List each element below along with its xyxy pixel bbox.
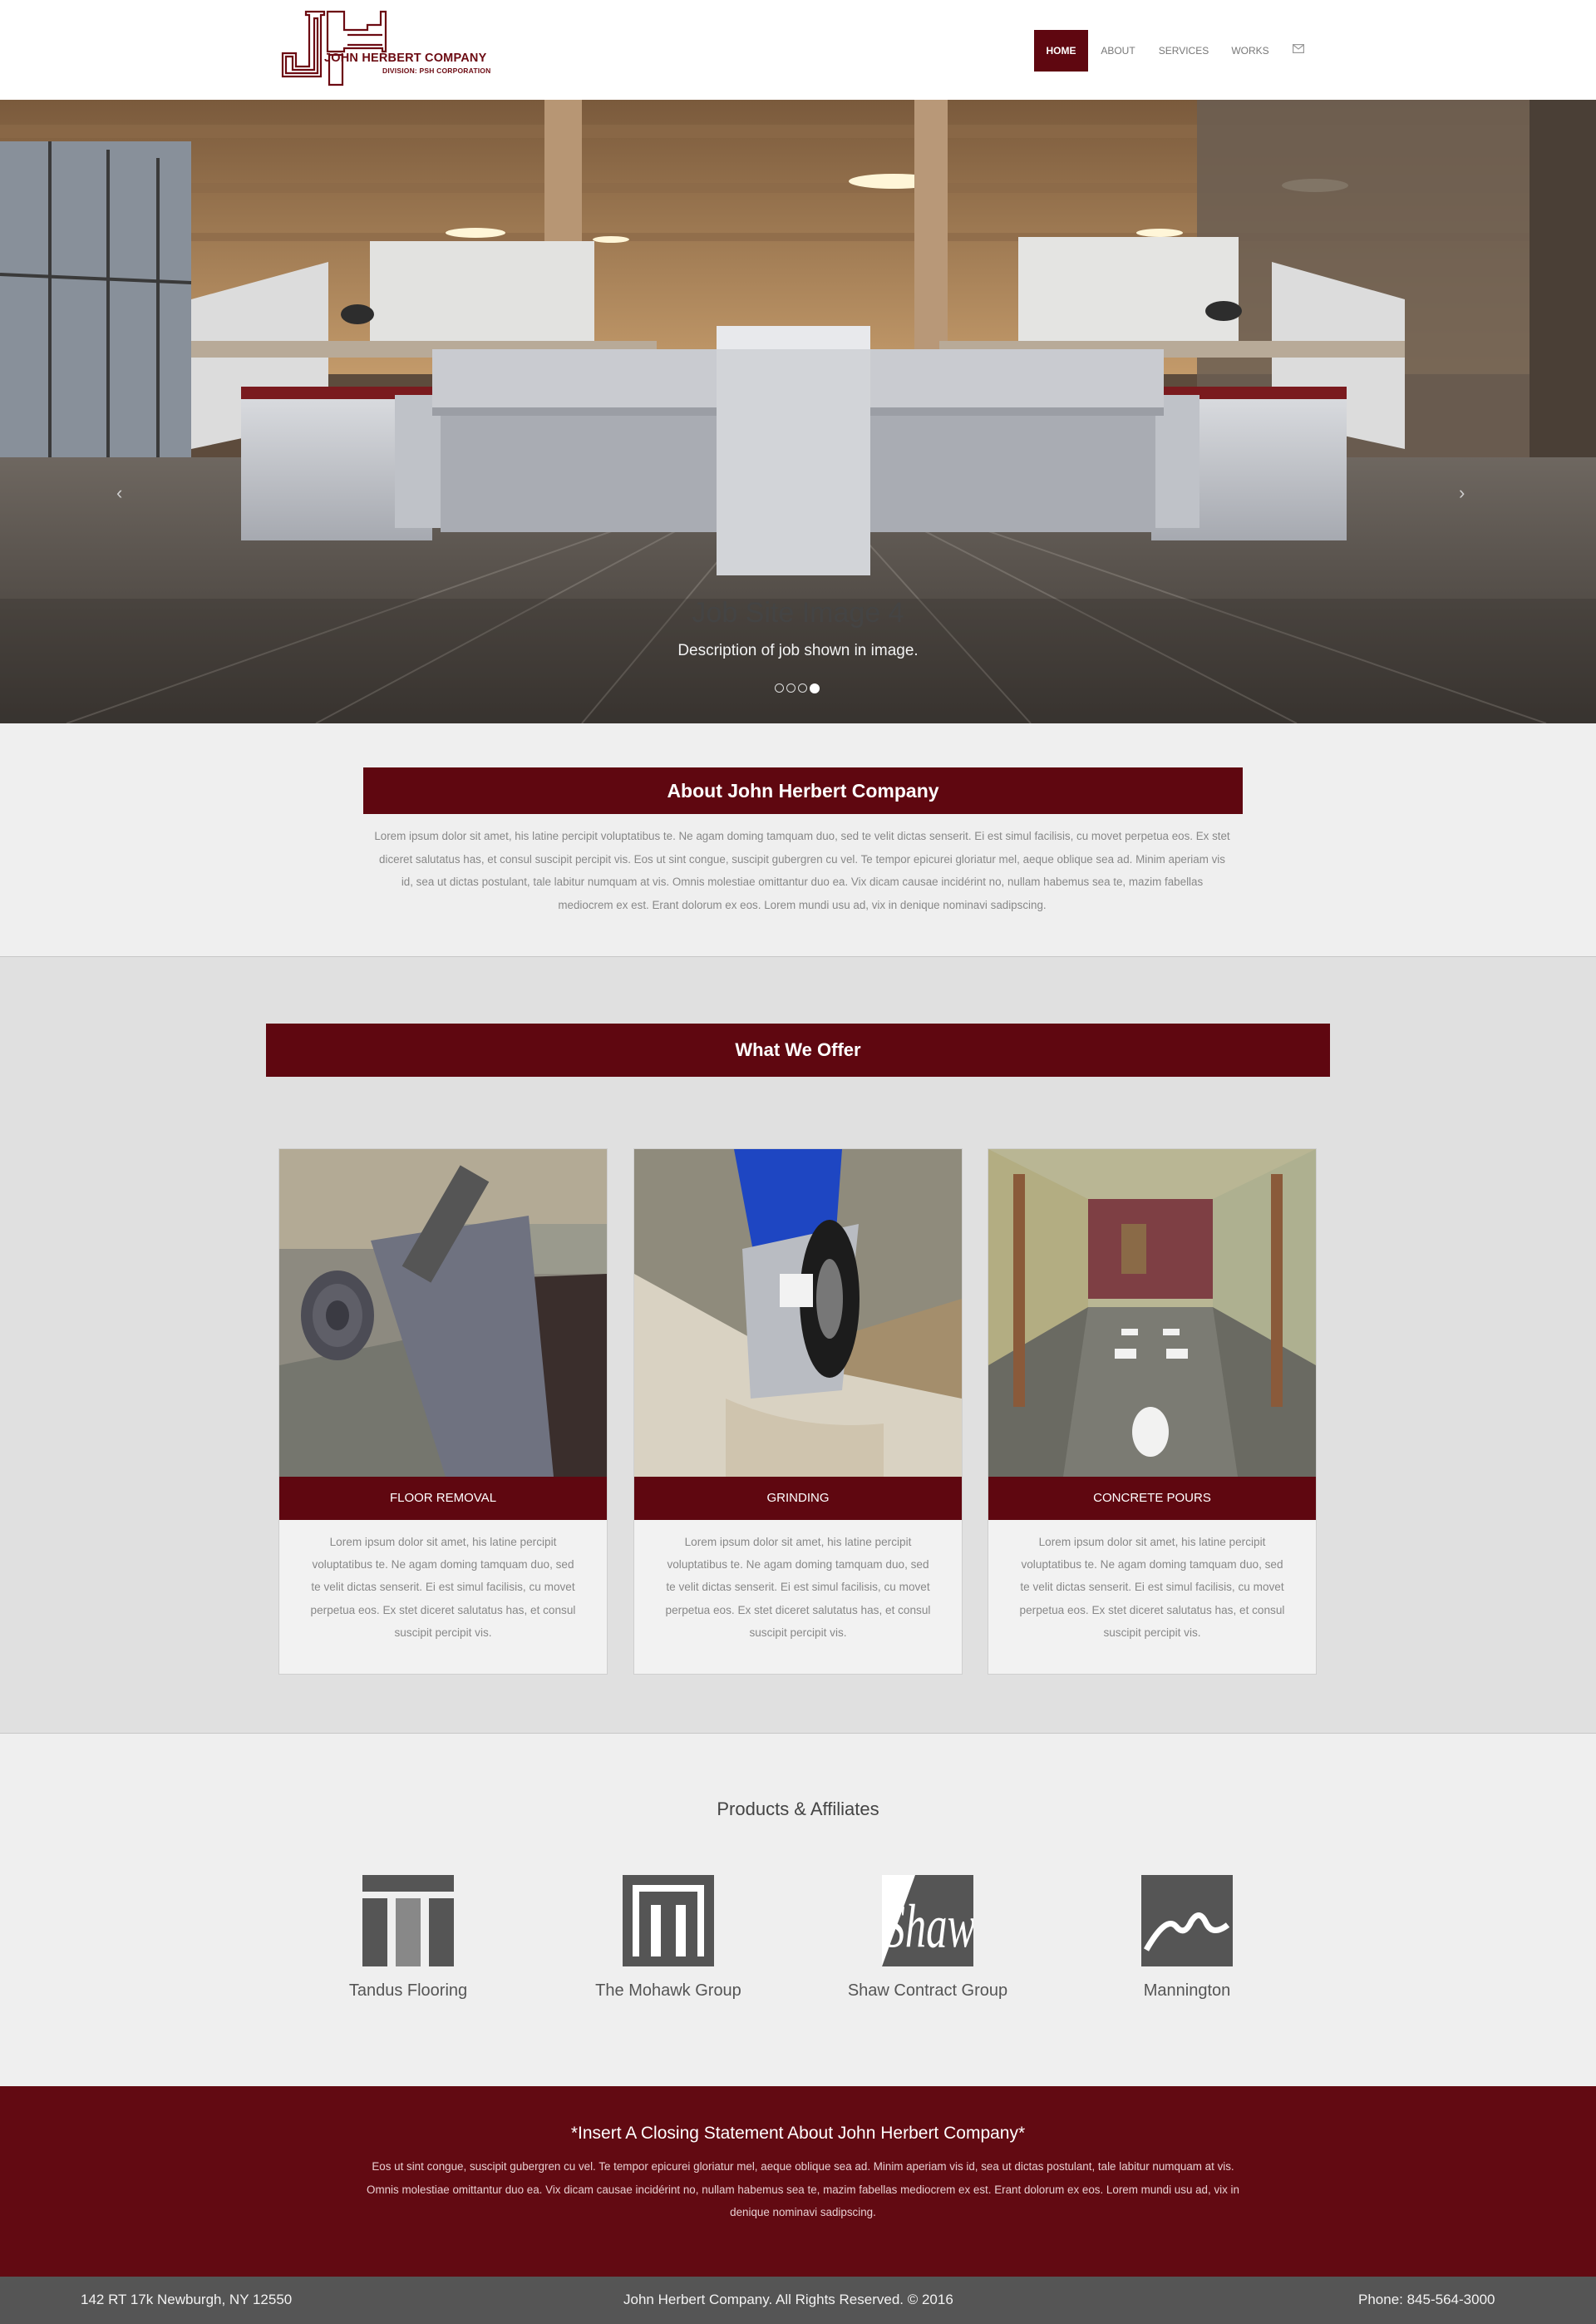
carousel-dot-4[interactable] [810, 683, 820, 693]
affiliate-mannington[interactable]: Mannington [1079, 1875, 1295, 2001]
mannington-logo-icon [1141, 1875, 1233, 1966]
offer-title: What We Offer [266, 1024, 1330, 1077]
floor-removal-image [279, 1149, 607, 1477]
nav-about[interactable]: ABOUT [1094, 30, 1142, 72]
service-card-text: Lorem ipsum dolor sit amet, his latine p… [665, 1536, 931, 1639]
shaw-logo-text: Shaw [884, 1892, 973, 1961]
service-card-label: FLOOR REMOVAL [279, 1477, 607, 1520]
about-text: Lorem ipsum dolor sit amet, his latine p… [374, 830, 1230, 911]
carousel-dot-2[interactable] [786, 683, 796, 693]
slide-description: Description of job shown in image. [677, 642, 919, 659]
service-card-floor-removal[interactable]: FLOOR REMOVAL Lorem ipsum dolor sit amet… [278, 1148, 608, 1675]
slide-title: Job Site Image 4 [692, 597, 904, 629]
service-card-label: GRINDING [634, 1477, 962, 1520]
affiliate-name: Mannington [1143, 1981, 1231, 2000]
footer-phone[interactable]: Phone: 845-564-3000 [1358, 2292, 1495, 2308]
grinding-image [634, 1149, 962, 1477]
carousel-next-arrow[interactable]: › [1459, 482, 1465, 504]
service-card-text: Lorem ipsum dolor sit amet, his latine p… [310, 1536, 576, 1639]
about-title: About John Herbert Company [363, 767, 1243, 814]
shaw-logo-icon: Shaw [882, 1875, 973, 1966]
affiliate-name: Shaw Contract Group [847, 1981, 1008, 2000]
footer-address: 142 RT 17k Newburgh, NY 12550 [81, 2292, 293, 2307]
site-header: JOHN HERBERT COMPANY DIVISION: PSH CORPO… [0, 0, 1596, 100]
service-card-text: Lorem ipsum dolor sit amet, his latine p… [1019, 1536, 1285, 1639]
footer-copyright: John Herbert Company. All Rights Reserve… [623, 2292, 953, 2307]
jh-monogram-icon [281, 10, 387, 86]
about-section: About John Herbert Company Lorem ipsum d… [0, 723, 1596, 957]
service-card-concrete-pours[interactable]: CONCRETE POURS Lorem ipsum dolor sit ame… [988, 1148, 1317, 1675]
carousel-prev-arrow[interactable]: ‹ [116, 482, 122, 504]
concrete-pours-image [988, 1149, 1316, 1477]
carousel-dot-3[interactable] [798, 683, 807, 693]
affiliate-name: Tandus Flooring [348, 1981, 468, 2000]
affiliate-name: The Mohawk Group [595, 1981, 741, 2000]
hero-carousel[interactable]: ‹ › Job Site Image 4 Description of job … [0, 100, 1596, 723]
logo-name: JOHN HERBERT COMPANY [324, 52, 487, 65]
closing-text: Eos ut sint congue, suscipit gubergren c… [367, 2160, 1239, 2218]
service-card-grinding[interactable]: GRINDING Lorem ipsum dolor sit amet, his… [633, 1148, 963, 1675]
closing-title: *Insert A Closing Statement About John H… [570, 2124, 1026, 2143]
mohawk-logo-icon [623, 1875, 714, 1966]
nav-works[interactable]: WORKS [1225, 30, 1275, 72]
products-title: Products & Affiliates [717, 1799, 879, 1819]
logo-subtitle: DIVISION: PSH CORPORATION [382, 67, 491, 75]
carousel-dot-1[interactable] [775, 683, 784, 693]
tandus-logo-icon [362, 1875, 454, 1966]
nav-services[interactable]: SERVICES [1154, 30, 1214, 72]
affiliate-mohawk[interactable]: The Mohawk Group [560, 1875, 776, 2001]
envelope-icon[interactable] [1293, 44, 1304, 53]
company-logo[interactable]: JOHN HERBERT COMPANY DIVISION: PSH CORPO… [276, 8, 517, 90]
site-footer: 142 RT 17k Newburgh, NY 12550 John Herbe… [0, 2277, 1596, 2324]
affiliate-tandus[interactable]: Tandus Flooring [300, 1875, 516, 2001]
services-section: What We Offer FLOOR REMOVAL Lorem ipsum … [0, 957, 1596, 1734]
office-cubicles-image [0, 100, 1596, 723]
closing-section: *Insert A Closing Statement About John H… [0, 2086, 1596, 2277]
products-section: Products & Affiliates Tandus Flooring Th… [0, 1734, 1596, 2086]
service-card-label: CONCRETE POURS [988, 1477, 1316, 1520]
affiliate-shaw[interactable]: Shaw Shaw Contract Group [820, 1875, 1036, 2001]
nav-home[interactable]: HOME [1034, 30, 1088, 72]
